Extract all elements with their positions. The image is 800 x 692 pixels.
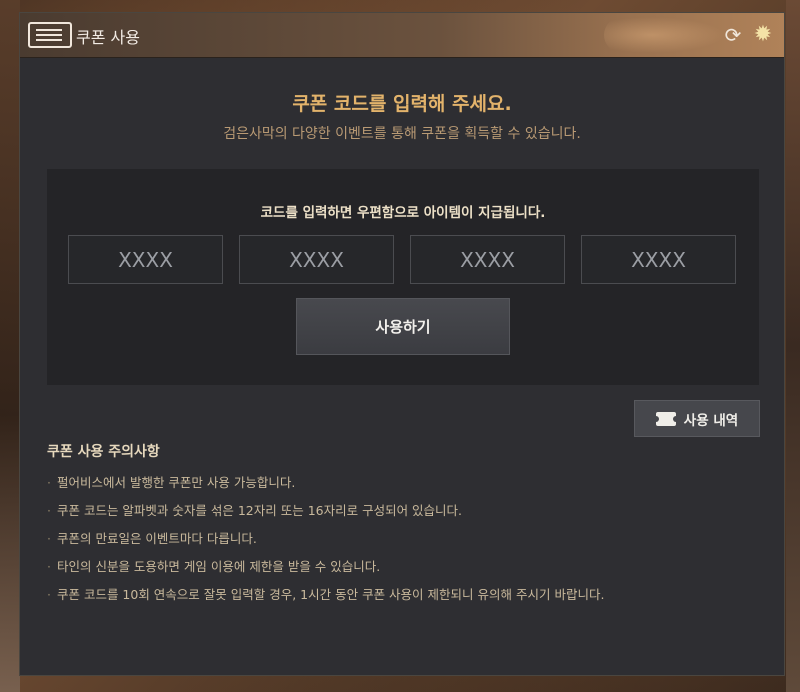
note-item: · 쿠폰 코드는 알파벳과 숫자를 섞은 12자리 또는 16자리로 구성되어 있… bbox=[47, 501, 604, 529]
code-entry-panel: 코드를 입력하면 우편함으로 아이템이 지급됩니다. 사용하기 bbox=[47, 169, 759, 385]
code-instruction: 코드를 입력하면 우편함으로 아이템이 지급됩니다. bbox=[260, 205, 546, 221]
usage-history-button[interactable]: 사용 내역 bbox=[634, 400, 760, 437]
title-bar[interactable]: 쿠폰 사용 ⟳ ✹ bbox=[20, 13, 784, 58]
bullet: · bbox=[47, 559, 51, 574]
coupon-code-field-4[interactable] bbox=[581, 235, 736, 284]
note-text: 타인의 신분을 도용하면 게임 이용에 제한을 받을 수 있습니다. bbox=[56, 559, 381, 574]
bullet: · bbox=[47, 475, 51, 490]
ticket-icon bbox=[28, 22, 72, 48]
bullet: · bbox=[47, 531, 51, 546]
coupon-code-field-1[interactable] bbox=[68, 235, 223, 284]
note-text: 펄어비스에서 발행한 쿠폰만 사용 가능합니다. bbox=[56, 475, 296, 490]
coupon-window: 쿠폰 사용 ⟳ ✹ 쿠폰 코드를 입력해 주세요. 검은사막의 다양한 이벤트를… bbox=[19, 12, 785, 676]
note-item: · 쿠폰 코드를 10회 연속으로 잘못 입력할 경우, 1시간 동안 쿠폰 사용… bbox=[47, 585, 604, 613]
note-text: 쿠폰 코드는 알파벳과 숫자를 섞은 12자리 또는 16자리로 구성되어 있습… bbox=[56, 503, 463, 518]
background-left bbox=[0, 0, 20, 692]
note-item: · 타인의 신분을 도용하면 게임 이용에 제한을 받을 수 있습니다. bbox=[47, 557, 604, 585]
notes-list: · 펄어비스에서 발행한 쿠폰만 사용 가능합니다. · 쿠폰 코드는 알파벳과 숫… bbox=[47, 473, 604, 613]
use-coupon-button[interactable]: 사용하기 bbox=[296, 298, 510, 355]
page-title: 쿠폰 코드를 입력해 주세요. bbox=[292, 93, 512, 115]
bullet: · bbox=[47, 587, 51, 602]
cloud-ornament bbox=[604, 17, 724, 53]
note-item: · 펄어비스에서 발행한 쿠폰만 사용 가능합니다. bbox=[47, 473, 604, 501]
ticket-icon bbox=[652, 411, 679, 426]
note-text: 쿠폰의 만료일은 이벤트마다 다릅니다. bbox=[56, 531, 257, 546]
note-item: · 쿠폰의 만료일은 이벤트마다 다릅니다. bbox=[47, 529, 604, 557]
coupon-code-field-2[interactable] bbox=[239, 235, 394, 284]
refresh-icon[interactable]: ⟳ bbox=[722, 24, 744, 46]
coupon-code-field-3[interactable] bbox=[410, 235, 565, 284]
note-text: 쿠폰 코드를 10회 연속으로 잘못 입력할 경우, 1시간 동안 쿠폰 사용이… bbox=[56, 587, 605, 602]
close-icon[interactable]: ✹ bbox=[750, 22, 776, 48]
page-subtitle: 검은사막의 다양한 이벤트를 통해 쿠폰을 획득할 수 있습니다. bbox=[223, 126, 581, 142]
usage-history-label: 사용 내역 bbox=[683, 412, 739, 429]
background-right bbox=[786, 0, 800, 692]
notes-title: 쿠폰 사용 주의사항 bbox=[47, 444, 160, 460]
bullet: · bbox=[47, 503, 51, 518]
window-title: 쿠폰 사용 bbox=[76, 28, 140, 47]
